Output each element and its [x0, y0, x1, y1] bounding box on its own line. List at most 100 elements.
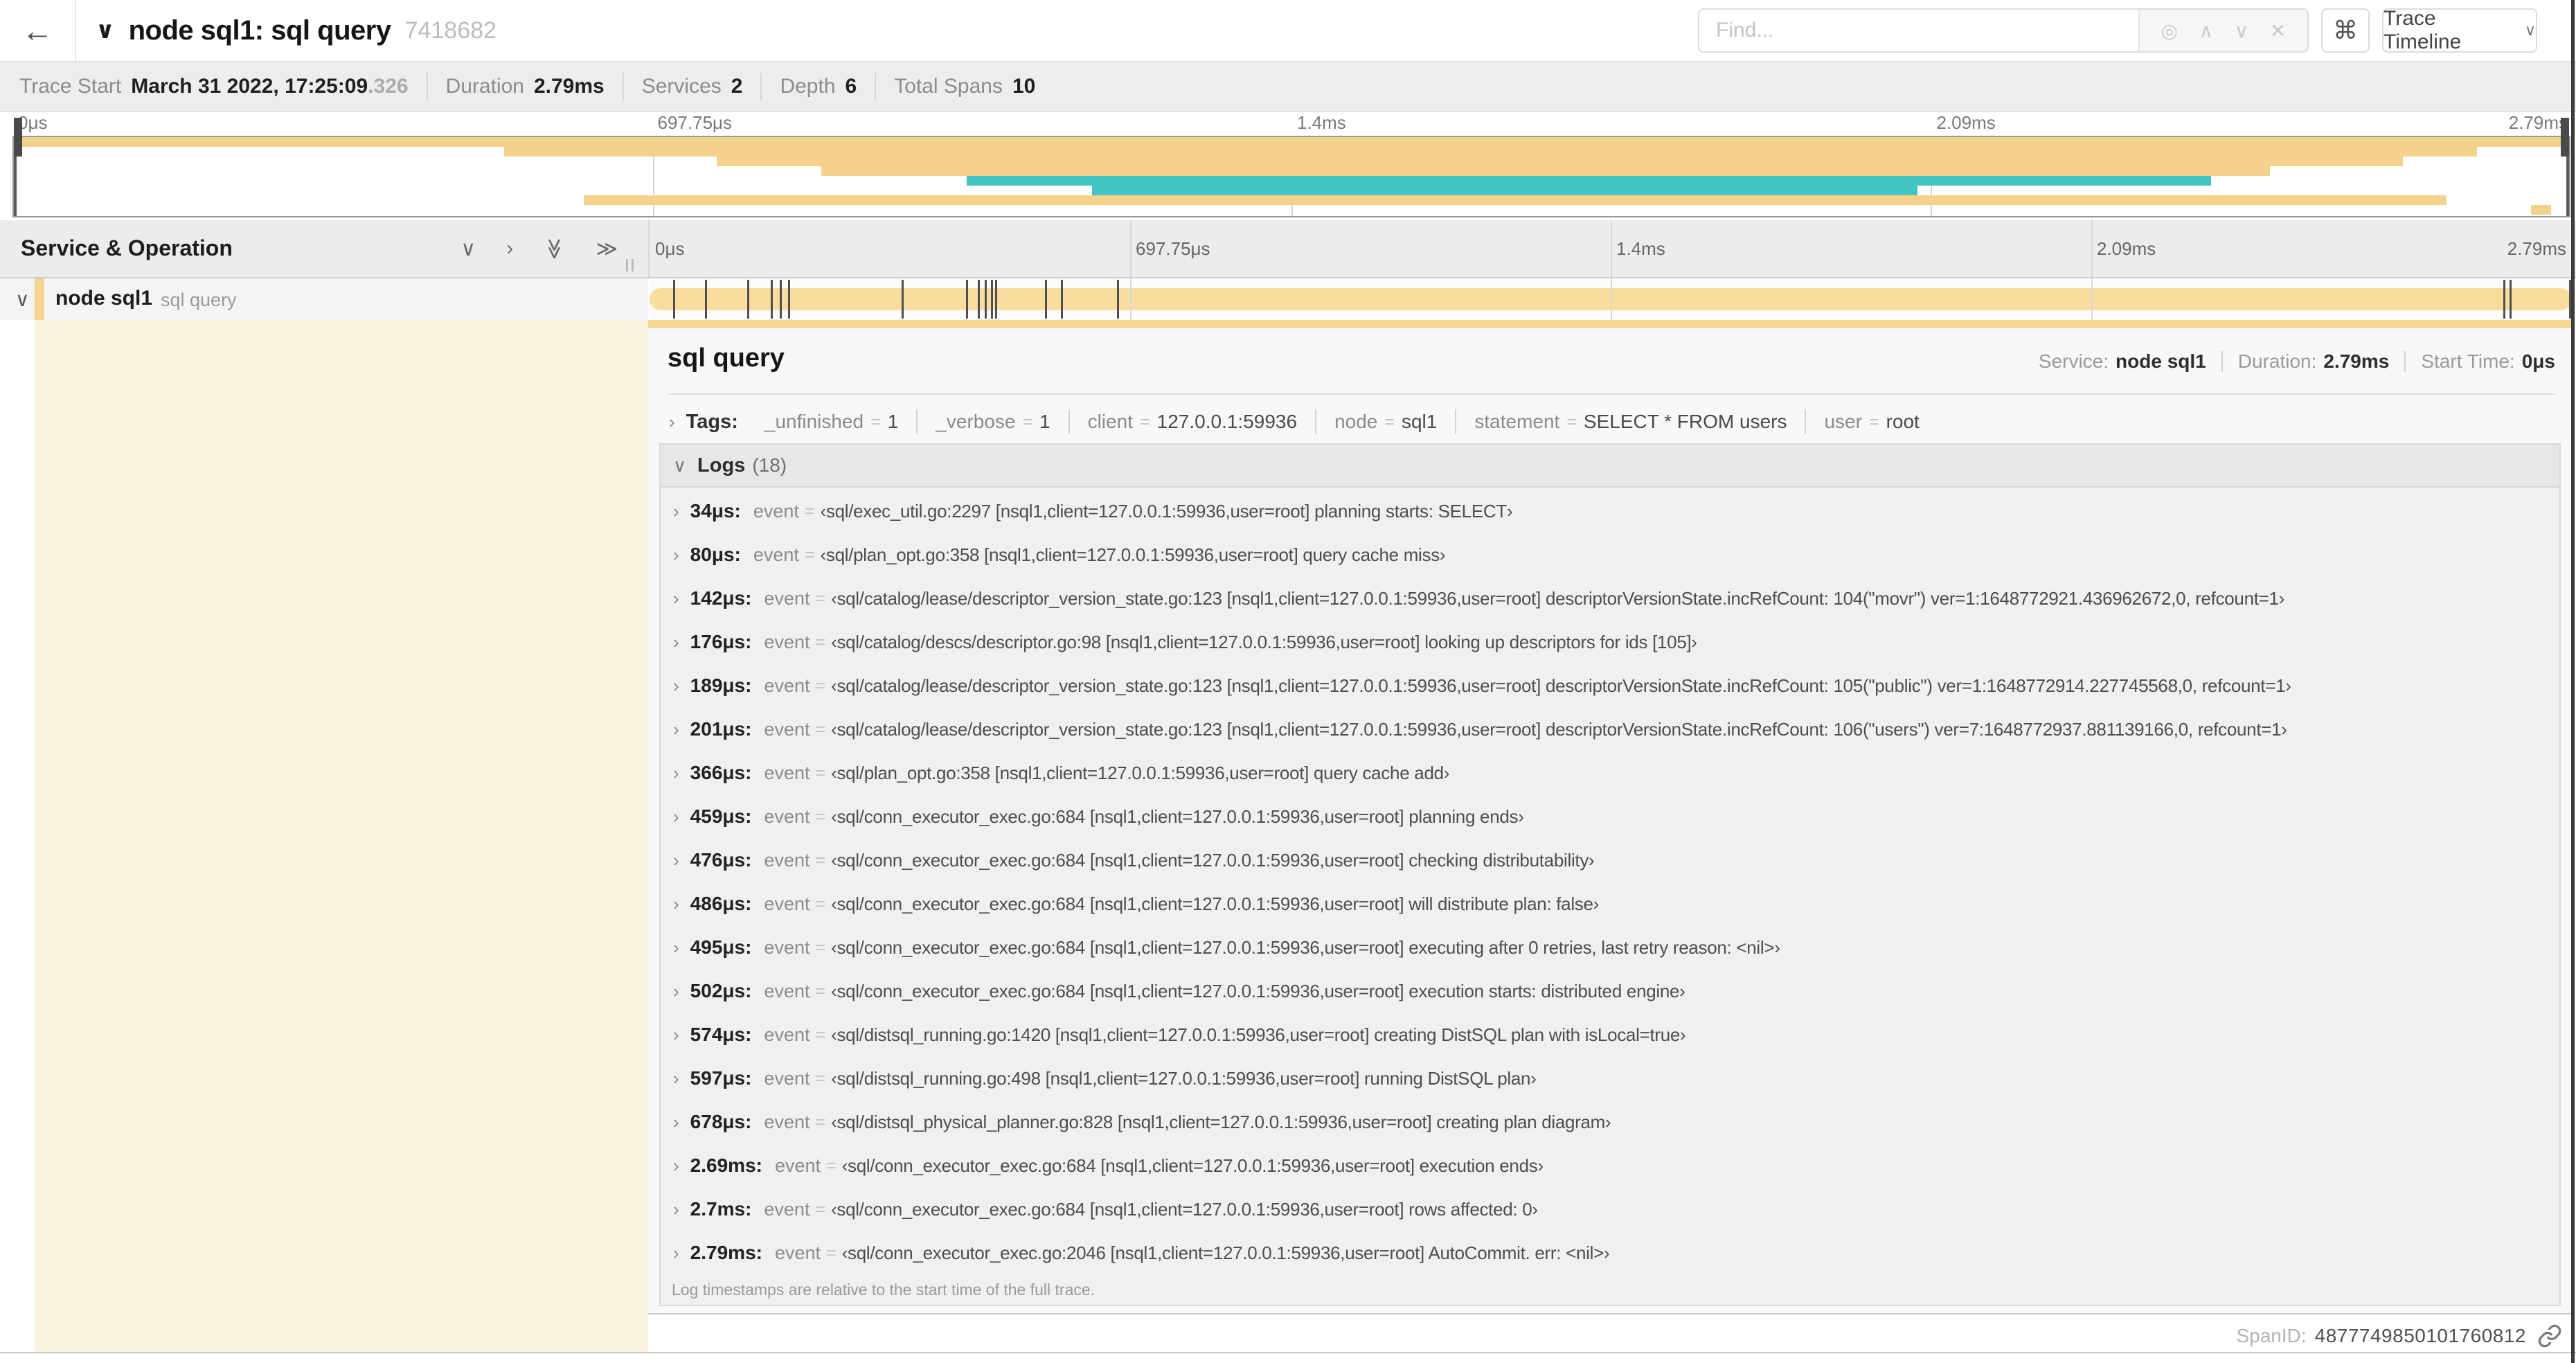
log-field-value: ‹sql/exec_util.go:2297 [nsql1,client=127… [820, 501, 1513, 522]
log-timestamp: 502μs: [690, 980, 752, 1001]
log-timestamp: 486μs: [690, 893, 752, 914]
tag-value: 127.0.0.1:59936 [1156, 411, 1298, 432]
service-operation-title: Service & Operation [21, 235, 233, 260]
ruler-tick-label: 0μs [655, 238, 685, 259]
log-field-key: event [764, 981, 810, 1001]
log-field-value: ‹sql/distsql_physical_planner.go:828 [ns… [831, 1112, 1611, 1132]
collapse-one-icon[interactable]: ∨ [460, 237, 476, 261]
log-row[interactable]: › 597μs: event = ‹sql/distsql_running.go:498… [661, 1064, 2559, 1108]
trace-title-wrap: ∨ node sql1: sql query 7418682 [96, 0, 497, 61]
timeline-gridline [2091, 220, 2093, 277]
tag-value: sql1 [1401, 411, 1438, 432]
equals-sign: = [815, 763, 826, 783]
prev-result-icon[interactable]: ∧ [2199, 19, 2214, 42]
log-field-key: event [764, 588, 810, 609]
tag-key: node [1334, 411, 1378, 432]
log-row[interactable]: › 34μs: event = ‹sql/exec_util.go:2297 [nsql… [661, 497, 2559, 541]
minimap-tick-labels: 0μs 697.75μs 1.4ms 2.09ms 2.79ms [12, 111, 2570, 136]
expand-one-icon[interactable]: › [506, 237, 513, 261]
minimap-left-scrubber-grip[interactable] [14, 118, 22, 157]
span-detail-accent [648, 320, 2572, 328]
find-input[interactable] [1699, 10, 2138, 51]
log-row[interactable]: › 366μs: event = ‹sql/plan_opt.go:358 [nsql1… [661, 759, 2559, 803]
tag-item[interactable]: statement = SELECT * FROM users [1455, 409, 1805, 434]
log-timestamp: 678μs: [690, 1111, 752, 1132]
equals-sign: = [815, 720, 826, 739]
locate-icon[interactable]: ◎ [2161, 19, 2178, 42]
tags-expand-chevron-icon[interactable]: › [669, 411, 675, 433]
log-timestamp: 574μs: [690, 1024, 752, 1045]
log-tick-mark [747, 280, 750, 319]
log-tick-mark [672, 280, 675, 319]
tag-item[interactable]: client = 127.0.0.1:59936 [1068, 409, 1315, 434]
keyboard-shortcuts-button[interactable]: ⌘ [2321, 8, 2370, 53]
find-box: ◎ ∧ ∨ ✕ [1698, 8, 2309, 53]
log-field-key: event [753, 544, 799, 565]
column-resizer-grip[interactable] [626, 259, 634, 271]
log-row[interactable]: › 486μs: event = ‹sql/conn_executor_exec.go:… [661, 890, 2559, 934]
tags-label[interactable]: Tags: [686, 411, 738, 434]
tag-value: root [1886, 411, 1920, 432]
spanid-row: SpanID: 4877749850101760812 [2236, 1320, 2562, 1352]
ruler-tick-label: 2.79ms [2507, 238, 2566, 259]
ruler-tick-label: 2.09ms [2097, 238, 2156, 259]
minimap-right-scrubber-grip[interactable] [2561, 118, 2569, 157]
next-result-icon[interactable]: ∨ [2235, 19, 2249, 42]
log-row[interactable]: › 2.7ms: event = ‹sql/conn_executor_exec.go:… [661, 1195, 2559, 1239]
log-field-value: ‹sql/conn_executor_exec.go:684 [nsql1,cl… [831, 850, 1595, 871]
back-button[interactable]: ← [0, 0, 76, 61]
span-row[interactable]: ∨ node sql1 sql query [0, 278, 2576, 320]
log-row[interactable]: › 2.69ms: event = ‹sql/conn_executor_exec.go… [661, 1152, 2559, 1195]
trace-meta-item: Depth 6 [760, 73, 875, 100]
log-field-value: ‹sql/distsql_running.go:1420 [nsql1,clie… [831, 1024, 1686, 1045]
log-timestamp: 189μs: [690, 675, 752, 696]
log-row[interactable]: › 502μs: event = ‹sql/conn_executor_exec.go:… [661, 977, 2559, 1021]
tags-row: › Tags: _unfinished = 1 _verbose = 1 client = 12… [665, 403, 2555, 440]
span-name-cell[interactable]: ∨ node sql1 sql query [0, 278, 648, 320]
trace-meta-item: Duration 2.79ms [426, 73, 623, 100]
equals-sign: = [815, 938, 826, 957]
log-timestamp: 2.7ms: [690, 1198, 752, 1220]
view-select-button[interactable]: Trace Timeline ∨ [2382, 7, 2537, 53]
ruler-tick-label: 697.75μs [1136, 238, 1210, 259]
log-expand-chevron-icon: › [673, 937, 679, 958]
meta-value: 6 [845, 75, 857, 98]
log-tick-mark [1061, 280, 1063, 319]
tag-item[interactable]: _verbose = 1 [916, 409, 1068, 434]
log-row[interactable]: › 176μs: event = ‹sql/catalog/descs/descript… [661, 628, 2559, 672]
expand-all-icon[interactable]: ≫ [596, 237, 618, 261]
span-collapse-chevron-icon[interactable]: ∨ [15, 288, 30, 311]
equals-sign: = [826, 1243, 837, 1263]
logs-panel: ∨ Logs (18) › 34μs: event = ‹sql/exec_util.g… [659, 443, 2561, 1306]
log-row[interactable]: › 142μs: event = ‹sql/catalog/lease/descript… [661, 585, 2559, 628]
timeline-right-resizer[interactable] [2571, 0, 2575, 1363]
collapse-trace-chevron-icon[interactable]: ∨ [96, 17, 115, 44]
log-row[interactable]: › 495μs: event = ‹sql/conn_executor_exec.go:… [661, 934, 2559, 977]
tag-item[interactable]: node = sql1 [1315, 409, 1455, 434]
log-row[interactable]: › 476μs: event = ‹sql/conn_executor_exec.go:… [661, 846, 2559, 890]
link-icon[interactable] [2537, 1324, 2562, 1348]
tags-list: _unfinished = 1 _verbose = 1 client = 127.0.0.1:… [746, 409, 1938, 434]
log-row[interactable]: › 459μs: event = ‹sql/conn_executor_exec.go:… [661, 803, 2559, 846]
log-field-key: event [753, 501, 799, 522]
log-row[interactable]: › 678μs: event = ‹sql/distsql_physical_plann… [661, 1108, 2559, 1152]
log-row[interactable]: › 189μs: event = ‹sql/catalog/lease/descript… [661, 672, 2559, 715]
log-row[interactable]: › 80μs: event = ‹sql/plan_opt.go:358 [nsql1,… [661, 541, 2559, 585]
tag-item[interactable]: _unfinished = 1 [746, 409, 916, 434]
tag-item[interactable]: user = root [1805, 409, 1937, 434]
collapse-all-icon[interactable]: ≫ [542, 238, 566, 260]
log-row[interactable]: › 574μs: event = ‹sql/distsql_running.go:142… [661, 1021, 2559, 1064]
log-field-key: event [764, 893, 810, 914]
logs-header[interactable]: ∨ Logs (18) [661, 445, 2559, 488]
minimap-tick-label: 2.09ms [1936, 112, 1996, 133]
minimap-canvas[interactable] [12, 118, 2570, 217]
clear-search-icon[interactable]: ✕ [2270, 19, 2286, 42]
logs-rows: › 34μs: event = ‹sql/exec_util.go:2297 [nsql… [661, 488, 2559, 1283]
tag-value: 1 [1039, 411, 1050, 432]
log-expand-chevron-icon: › [673, 588, 679, 609]
log-tick-mark [1116, 280, 1119, 319]
log-row[interactable]: › 201μs: event = ‹sql/catalog/lease/descript… [661, 715, 2559, 759]
span-bar-viewport[interactable] [650, 278, 2572, 320]
log-expand-chevron-icon: › [673, 893, 679, 914]
start-time-label: Start Time: [2421, 350, 2515, 372]
